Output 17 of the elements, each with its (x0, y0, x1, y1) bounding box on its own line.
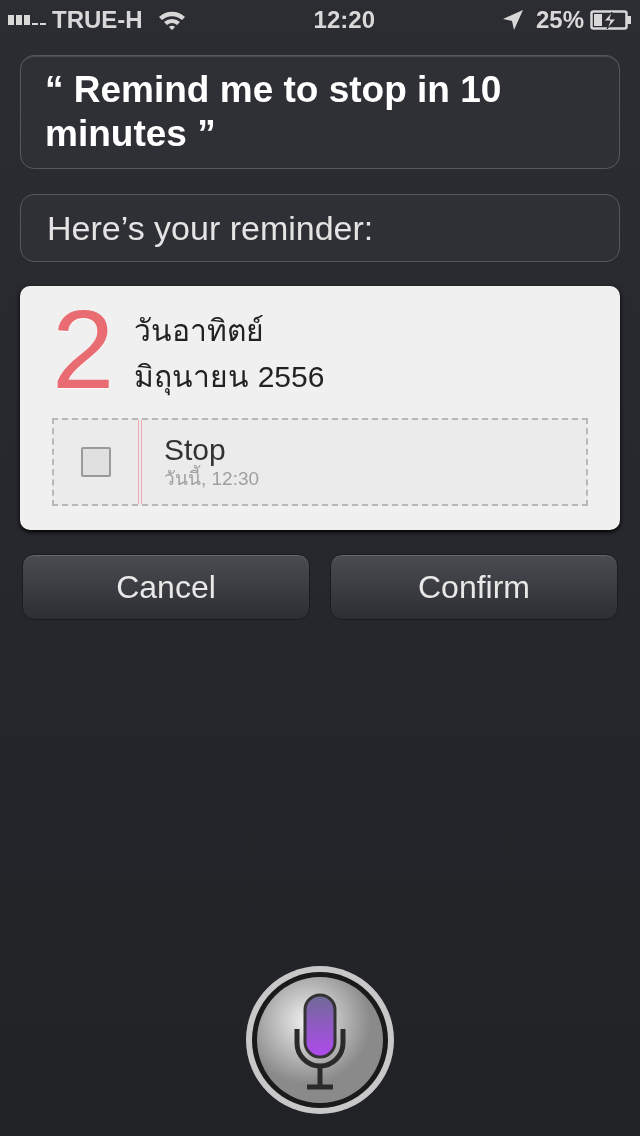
day-number: 2 (52, 300, 115, 400)
user-speech-bubble: “ Remind me to stop in 10 minutes ” (20, 55, 620, 169)
clock-time: 12:20 (313, 5, 375, 35)
action-button[interactable]: Cancel (22, 554, 310, 620)
reminder-due-time: วันนี้, 12:30 (164, 467, 260, 491)
action-button[interactable]: Confirm (330, 554, 618, 620)
month-year-label: มิถุนายน 2556 (134, 354, 325, 400)
checkbox[interactable] (81, 447, 111, 477)
signal-icon (8, 15, 46, 25)
siri-reply-bubble: Here’s your reminder: (20, 194, 620, 262)
reminder-title: Stop (164, 433, 227, 466)
battery-percent: 25% (535, 5, 584, 35)
location-arrow-icon (501, 9, 524, 31)
reminder-item[interactable]: Stop วันนี้, 12:30 (52, 418, 588, 506)
microphone-button[interactable] (245, 965, 395, 1115)
weekday-label: วันอาทิตย์ (134, 313, 266, 349)
carrier-name: TRUE-H (52, 5, 143, 35)
